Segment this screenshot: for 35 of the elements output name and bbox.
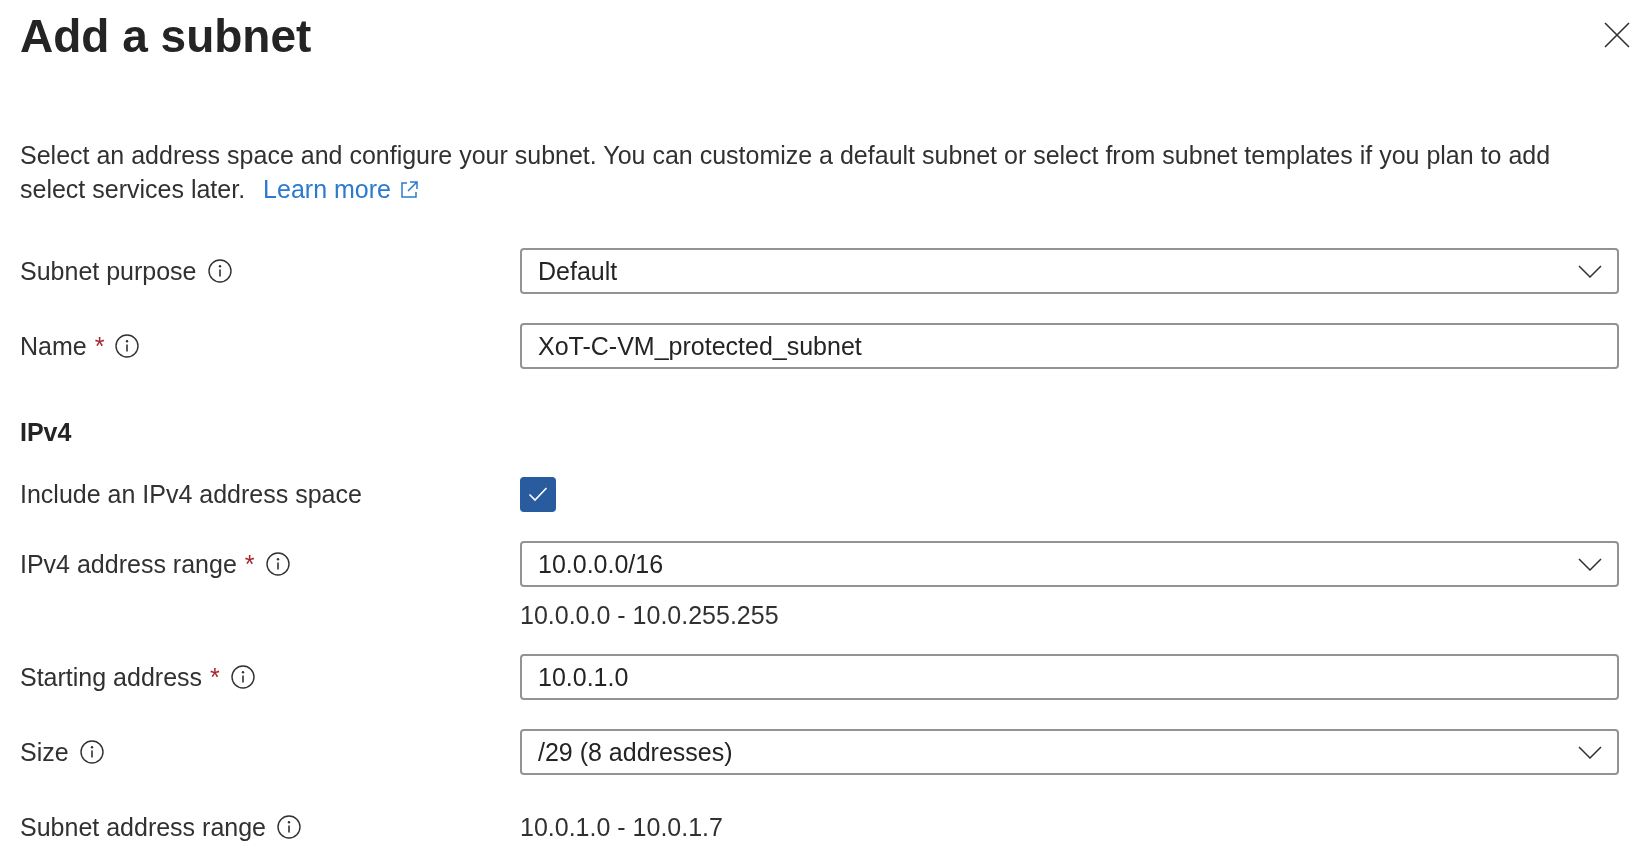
dropdown[interactable]: Default [520,248,1619,294]
chevron-down-icon [1578,557,1602,571]
learn-more-link[interactable]: Learn more [263,175,419,203]
dropdown[interactable]: 10.0.0.0/16 [520,541,1619,587]
field-label: Subnet address range [20,812,266,842]
field-label: Size [20,737,69,767]
intro-text: Select an address space and configure your subnet. You can customize a default subnet or select from subnet templates if you plan to add select services later. Learn more [20,140,1552,205]
field-label: Include an IPv4 address space [20,479,362,509]
field-label: Starting address [20,662,203,692]
info-icon[interactable] [207,259,232,283]
field-label: Subnet purpose [20,256,197,286]
close-button[interactable] [1604,22,1630,48]
panel-title: Add a subnet [20,9,312,64]
text-field[interactable]: 10.0.1.0 [520,654,1619,700]
info-icon[interactable] [115,334,140,358]
section-heading: IPv4 [20,417,72,447]
required-mark: * [210,662,220,692]
checkbox[interactable] [520,476,556,512]
required-mark: * [94,331,105,361]
info-icon[interactable] [265,552,290,576]
chevron-down-icon [1578,745,1602,759]
required-mark: * [244,549,255,579]
range-hint: 10.0.0.0 - 10.0.255.255 [520,601,779,629]
address-range-text: 10.0.1.0 - 10.0.1.7 [520,812,723,842]
checkmark-icon [528,486,548,502]
field-label: IPv4 address range [20,549,237,579]
dropdown[interactable]: /29 (8 addresses) [520,729,1619,775]
external-link-icon [398,180,419,200]
info-icon[interactable] [277,815,301,839]
info-icon[interactable] [79,740,104,764]
close-icon [1604,22,1630,48]
field-label: Name [20,331,87,361]
info-icon[interactable] [230,665,255,689]
chevron-down-icon [1578,264,1602,278]
text-field[interactable]: XoT-C-VM_protected_subnet [520,323,1619,369]
